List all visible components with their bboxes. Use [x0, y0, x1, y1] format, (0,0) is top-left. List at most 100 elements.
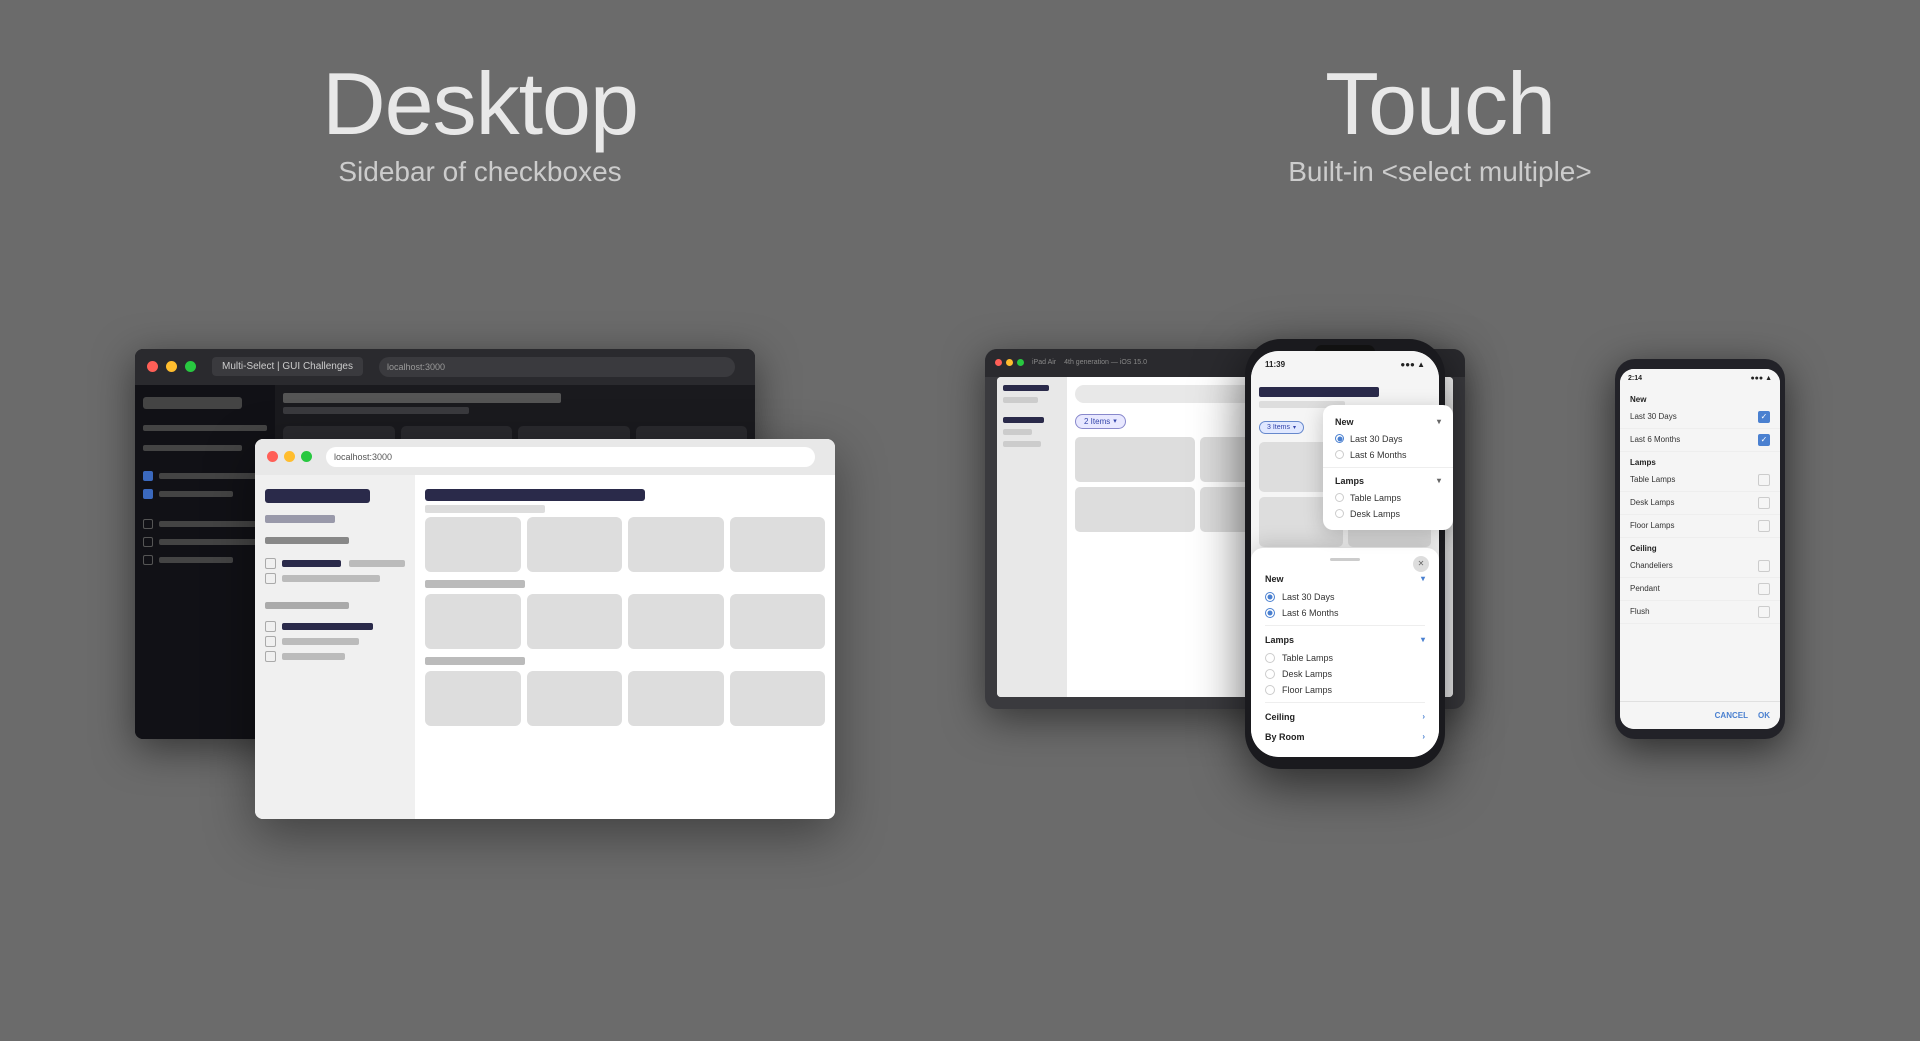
traffic-light-green[interactable] — [185, 361, 196, 372]
android-checkbox-chandeliers[interactable] — [1758, 560, 1770, 572]
ipad-grid-item — [1075, 437, 1195, 482]
ipad-left-bar — [1003, 429, 1032, 435]
dropdown-section-lamps[interactable]: Lamps ▾ — [1323, 472, 1453, 490]
ios-option-table-lamps[interactable]: Table Lamps — [1251, 650, 1439, 666]
sidebar-white-subheader — [265, 515, 335, 523]
ios-section-new[interactable]: New ▾ — [1251, 569, 1439, 589]
ios-radio-last6m[interactable] — [1265, 608, 1275, 618]
checkbox-white[interactable] — [265, 636, 276, 647]
android-item-chandeliers[interactable]: Chandeliers — [1620, 555, 1780, 578]
traffic-light-red-white[interactable] — [267, 451, 278, 462]
traffic-light-yellow-white[interactable] — [284, 451, 295, 462]
checkbox-white[interactable] — [265, 573, 276, 584]
ipad-items-badge[interactable]: 2 Items ▾ — [1075, 414, 1126, 429]
checkbox-dark-checked[interactable] — [143, 489, 153, 499]
android-item-table-lamps[interactable]: Table Lamps — [1620, 469, 1780, 492]
checkbox-white[interactable] — [265, 651, 276, 662]
sidebar-white-item[interactable] — [265, 621, 405, 632]
ipad-filter-dropdown[interactable]: New ▾ Last 30 Days Last 6 Months — [1323, 405, 1453, 530]
browser-address-white[interactable]: localhost:3000 — [326, 447, 815, 467]
ios-radio-desk-lamps[interactable] — [1265, 669, 1275, 679]
traffic-light-yellow[interactable] — [166, 361, 177, 372]
android-checkbox-desk-lamps[interactable] — [1758, 497, 1770, 509]
ipad-left-bar — [1003, 385, 1049, 391]
android-item-desk-lamps[interactable]: Desk Lamps — [1620, 492, 1780, 515]
sidebar-dark-item[interactable] — [143, 467, 267, 485]
checkbox-white[interactable] — [265, 558, 276, 569]
sidebar-dark-item[interactable] — [143, 515, 267, 533]
android-item-pendant[interactable]: Pendant — [1620, 578, 1780, 601]
sidebar-white-line-dim — [282, 653, 345, 660]
browser-tab-dark[interactable]: Multi-Select | GUI Challenges — [212, 357, 363, 376]
sidebar-dark-item[interactable] — [143, 485, 267, 503]
android-checkbox-table-lamps[interactable] — [1758, 474, 1770, 486]
ios-section-lamps[interactable]: Lamps ▾ — [1251, 630, 1439, 650]
android-item-floor-lamps[interactable]: Floor Lamps — [1620, 515, 1780, 538]
ios-radio-table-lamps[interactable] — [1265, 653, 1275, 663]
dropdown-section-new[interactable]: New ▾ — [1323, 413, 1453, 431]
section-label-bar — [425, 580, 525, 588]
dropdown-item-desk-lamps[interactable]: Desk Lamps — [1323, 506, 1453, 522]
dropdown-radio-table-lamps[interactable] — [1335, 493, 1344, 502]
android-item-last30[interactable]: Last 30 Days — [1620, 406, 1780, 429]
dropdown-item-last6m[interactable]: Last 6 Months — [1323, 447, 1453, 463]
android-checkbox-last6m[interactable] — [1758, 434, 1770, 446]
android-checkbox-pendant[interactable] — [1758, 583, 1770, 595]
checkbox-dark[interactable] — [143, 519, 153, 529]
white-grid-item — [628, 594, 724, 649]
android-checkbox-flush[interactable] — [1758, 606, 1770, 618]
checkbox-white[interactable] — [265, 621, 276, 632]
iphone-status-bar: 11:39 ●●● ▲ — [1251, 351, 1439, 379]
ios-filter-sheet[interactable]: ✕ New ▾ Last 30 Days Last 6 Months — [1251, 548, 1439, 757]
android-ok-button[interactable]: OK — [1758, 711, 1770, 720]
traffic-light-green-white[interactable] — [301, 451, 312, 462]
white-header-bar — [425, 489, 645, 501]
sidebar-white-item[interactable] — [265, 573, 405, 584]
ios-option-floor-lamps[interactable]: Floor Lamps — [1251, 682, 1439, 698]
android-checkbox-last30[interactable] — [1758, 411, 1770, 423]
sidebar-dark-line — [143, 425, 267, 431]
ios-section-byroom[interactable]: By Room › — [1251, 727, 1439, 747]
white-sub-bar — [425, 505, 545, 513]
sidebar-dark-item[interactable] — [143, 551, 267, 569]
ios-radio-last30[interactable] — [1265, 592, 1275, 602]
sidebar-white-item[interactable] — [265, 651, 405, 662]
ios-option-last30[interactable]: Last 30 Days — [1251, 589, 1439, 605]
iphone-wrapper: 11:39 ●●● ▲ 3 Items ▾ — [1245, 339, 1445, 769]
desktop-section: Multi-Select | GUI Challenges localhost:… — [135, 349, 835, 829]
android-checkbox-floor-lamps[interactable] — [1758, 520, 1770, 532]
desktop-heading: Desktop Sidebar of checkboxes — [0, 60, 960, 188]
ios-chevron-new: ▾ — [1421, 574, 1425, 583]
sidebar-dark-item[interactable] — [143, 533, 267, 551]
sidebar-dark-line — [159, 539, 258, 545]
sidebar-white-item[interactable] — [265, 636, 405, 647]
dropdown-item-last30[interactable]: Last 30 Days — [1323, 431, 1453, 447]
white-product-grid-2 — [425, 594, 825, 649]
ios-section-ceiling[interactable]: Ceiling › — [1251, 707, 1439, 727]
checkbox-dark[interactable] — [143, 537, 153, 547]
sidebar-white-item[interactable] — [265, 558, 405, 569]
iphone-items-badge[interactable]: 3 Items ▾ — [1259, 421, 1304, 434]
android-filter-list: New Last 30 Days Last 6 Months Lamps — [1620, 389, 1780, 624]
checkbox-dark-checked[interactable] — [143, 471, 153, 481]
traffic-light-red[interactable] — [147, 361, 158, 372]
white-grid-item — [628, 517, 724, 572]
android-item-flush[interactable]: Flush — [1620, 601, 1780, 624]
dropdown-radio-desk-lamps[interactable] — [1335, 509, 1344, 518]
ios-option-last6m[interactable]: Last 6 Months — [1251, 605, 1439, 621]
ios-radio-floor-lamps[interactable] — [1265, 685, 1275, 695]
ios-close-button[interactable]: ✕ — [1413, 556, 1429, 572]
touch-subtitle: Built-in <select multiple> — [960, 156, 1920, 188]
dropdown-radio-last6m[interactable] — [1335, 450, 1344, 459]
ios-chevron-byroom: › — [1422, 732, 1425, 741]
checkbox-dark[interactable] — [143, 555, 153, 565]
browser-address-dark[interactable]: localhost:3000 — [379, 357, 735, 377]
sidebar-white-line — [282, 560, 341, 567]
ios-option-desk-lamps[interactable]: Desk Lamps — [1251, 666, 1439, 682]
white-grid-item — [730, 517, 826, 572]
dropdown-item-table-lamps[interactable]: Table Lamps — [1323, 490, 1453, 506]
android-item-last6m[interactable]: Last 6 Months — [1620, 429, 1780, 452]
dropdown-radio-last30[interactable] — [1335, 434, 1344, 443]
white-grid-item — [425, 671, 521, 726]
android-cancel-button[interactable]: CANCEL — [1715, 711, 1748, 720]
